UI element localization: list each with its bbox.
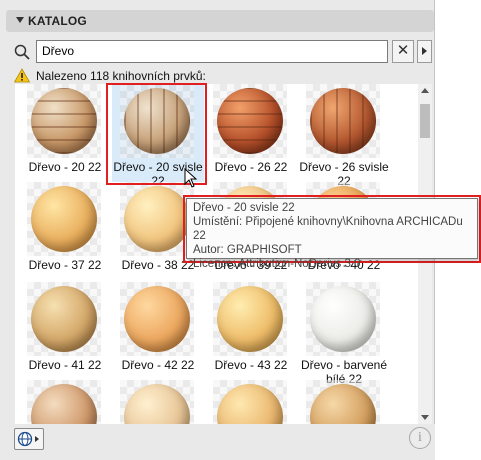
tooltip-location: Umístění: Připojené knihovny\Knihovna AR… [193,216,463,242]
tooltip-license: Licence: Attribution-NoDerivs 3.0 [193,258,361,270]
scroll-up-icon[interactable] [421,88,429,93]
catalog-title: KATALOG [28,14,87,28]
library-item-label: Dřevo - 26 22 [214,160,288,174]
result-count-text: Nalezeno 118 knihovních prvků: [36,69,206,83]
library-item[interactable]: Dřevo - barvené bílé 22 [298,280,390,386]
material-preview-sphere [31,186,97,252]
tooltip-author: Autor: GRAPHISOFT [193,244,302,256]
clear-search-button[interactable]: ✕ [392,40,414,63]
library-item-label: Dřevo - 43 22 [214,358,288,372]
library-item-label: Dřevo - 37 22 [28,258,102,272]
panel-footer [0,424,435,460]
material-preview-sphere [124,186,190,252]
material-preview-sphere [310,286,376,352]
material-preview-sphere [31,88,97,154]
library-item[interactable]: Dřevo - 26 svisle 22 [298,84,390,188]
material-preview-sphere [217,88,283,154]
library-item-label: Dřevo - 20 22 [28,160,102,174]
library-item[interactable]: Dřevo - 26 22 [205,84,297,182]
tooltip-name: Dřevo - 20 svisle 22 [193,202,295,214]
item-tooltip: Dřevo - 20 svisle 22 Umístění: Připojené… [186,198,478,270]
library-item[interactable]: Dřevo - 41 22 [19,280,111,380]
library-item[interactable]: Dřevo - 42 22 [112,280,204,380]
library-item[interactable] [298,378,390,424]
library-item[interactable]: Dřevo - 20 22 [19,84,111,182]
scroll-down-icon[interactable] [421,415,429,420]
library-item[interactable] [112,378,204,424]
library-item[interactable] [19,378,111,424]
scroll-thumb[interactable] [420,104,430,138]
globe-icon [17,431,39,447]
search-options-button[interactable] [417,40,432,63]
warning-icon [14,68,30,83]
library-item-label: Dřevo - 41 22 [28,358,102,372]
library-item[interactable]: Dřevo - 43 22 [205,280,297,380]
material-preview-sphere [217,286,283,352]
search-icon [14,44,30,60]
catalog-header[interactable]: KATALOG [6,10,434,32]
search-input[interactable]: Dřevo [36,40,388,63]
material-preview-sphere [31,286,97,352]
collapse-arrow-icon[interactable] [16,17,24,23]
globe-button[interactable] [14,428,44,450]
library-item[interactable] [205,378,297,424]
material-preview-sphere [124,286,190,352]
material-preview-sphere [310,88,376,154]
library-item-label: Dřevo - 42 22 [121,358,195,372]
info-button[interactable]: i [409,427,431,449]
mouse-cursor-icon [184,168,198,188]
library-item[interactable]: Dřevo - 37 22 [19,180,111,280]
